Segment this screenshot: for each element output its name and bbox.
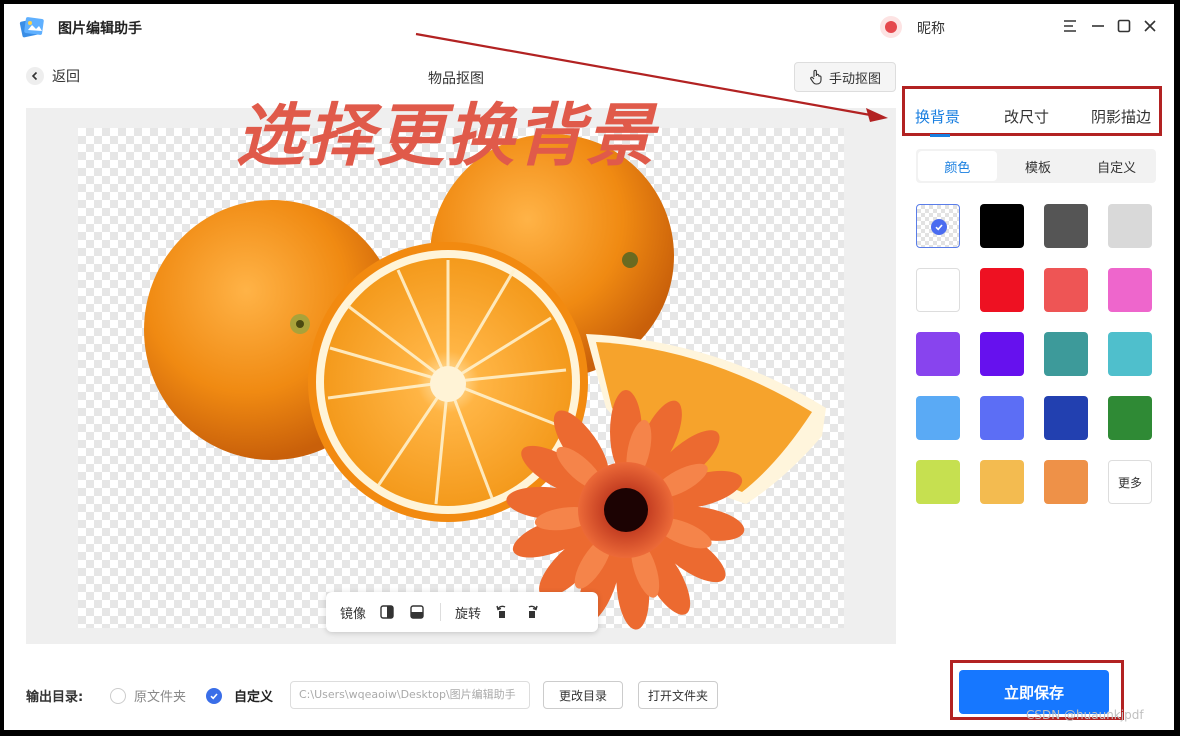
rotate-right-icon[interactable]: [523, 603, 541, 621]
swatch-violet[interactable]: [916, 332, 960, 376]
flip-vertical-icon[interactable]: [408, 603, 426, 621]
swatch-white[interactable]: [916, 268, 960, 312]
change-directory-button[interactable]: 更改目录: [543, 681, 623, 709]
swatch-sky-blue[interactable]: [916, 396, 960, 440]
original-folder-label[interactable]: 原文件夹: [134, 686, 186, 705]
rotate-left-icon[interactable]: [493, 603, 511, 621]
app-title: 图片编辑助手: [58, 21, 142, 37]
back-button[interactable]: 返回: [26, 66, 80, 86]
mirror-label: 镜像: [340, 606, 367, 622]
swatch-black[interactable]: [980, 204, 1024, 248]
app-window: 图片编辑助手 昵称 返回 物品抠图 手动抠图 镜像 旋转 选择更换背景 换背景 …: [4, 4, 1174, 730]
radio-original-folder[interactable]: [110, 688, 126, 704]
product-image[interactable]: [26, 108, 896, 644]
toolbar-divider: [440, 603, 442, 621]
tab-shadow-stroke[interactable]: 阴影描边: [1091, 106, 1151, 127]
close-icon[interactable]: [1140, 16, 1160, 36]
canvas-area: 镜像 旋转: [26, 108, 896, 644]
swatch-transparent[interactable]: [916, 204, 960, 248]
subtab-template[interactable]: 模板: [999, 149, 1078, 183]
minimize-icon[interactable]: [1088, 16, 1108, 36]
manual-cutout-button[interactable]: 手动抠图: [794, 62, 896, 92]
swatch-light-gray[interactable]: [1108, 204, 1152, 248]
swatch-teal[interactable]: [1044, 332, 1088, 376]
open-folder-button[interactable]: 打开文件夹: [638, 681, 718, 709]
rotate-label: 旋转: [455, 606, 482, 622]
image-toolbar: 镜像 旋转: [326, 592, 598, 632]
swatch-purple[interactable]: [980, 332, 1024, 376]
active-tab-indicator: [930, 134, 950, 137]
watermark: CSDN @huaunkjpdf: [1026, 708, 1144, 722]
check-icon: [931, 219, 947, 235]
swatch-orange[interactable]: [1044, 460, 1088, 504]
annotation-text: 选择更换背景: [236, 96, 657, 176]
avatar[interactable]: [880, 16, 902, 38]
output-dir-label: 输出目录:: [26, 690, 84, 705]
back-label: 返回: [52, 69, 80, 85]
title-bar: 图片编辑助手 昵称: [4, 4, 1174, 50]
swatch-gold[interactable]: [980, 460, 1024, 504]
nickname[interactable]: 昵称: [917, 18, 945, 38]
tab-change-background[interactable]: 换背景: [915, 106, 960, 127]
menu-icon[interactable]: [1060, 16, 1080, 36]
swatch-navy[interactable]: [1044, 396, 1088, 440]
swatch-dark-gray[interactable]: [1044, 204, 1088, 248]
flip-horizontal-icon[interactable]: [378, 603, 396, 621]
app-logo-icon: [19, 17, 44, 38]
chevron-left-icon: [26, 67, 44, 85]
swatch-red[interactable]: [980, 268, 1024, 312]
manual-cutout-label: 手动抠图: [828, 71, 881, 87]
swatch-pink[interactable]: [1108, 268, 1152, 312]
subtab-custom[interactable]: 自定义: [1077, 149, 1156, 183]
swatch-periwinkle[interactable]: [980, 396, 1024, 440]
custom-folder-label[interactable]: 自定义: [234, 686, 273, 705]
output-path-field[interactable]: C:\Users\wqeaoiw\Desktop\图片编辑助手: [290, 681, 530, 709]
swatch-lime[interactable]: [916, 460, 960, 504]
tab-resize[interactable]: 改尺寸: [1004, 106, 1049, 127]
background-subtabs: 颜色 模板 自定义: [916, 149, 1156, 183]
radio-custom-folder[interactable]: [206, 688, 222, 704]
swatch-green[interactable]: [1108, 396, 1152, 440]
swatch-cyan[interactable]: [1108, 332, 1152, 376]
more-colors-button[interactable]: 更多: [1108, 460, 1152, 504]
hand-pointer-icon: [810, 69, 822, 85]
subtab-color[interactable]: 颜色: [918, 151, 997, 181]
swatch-coral[interactable]: [1044, 268, 1088, 312]
maximize-icon[interactable]: [1114, 16, 1134, 36]
